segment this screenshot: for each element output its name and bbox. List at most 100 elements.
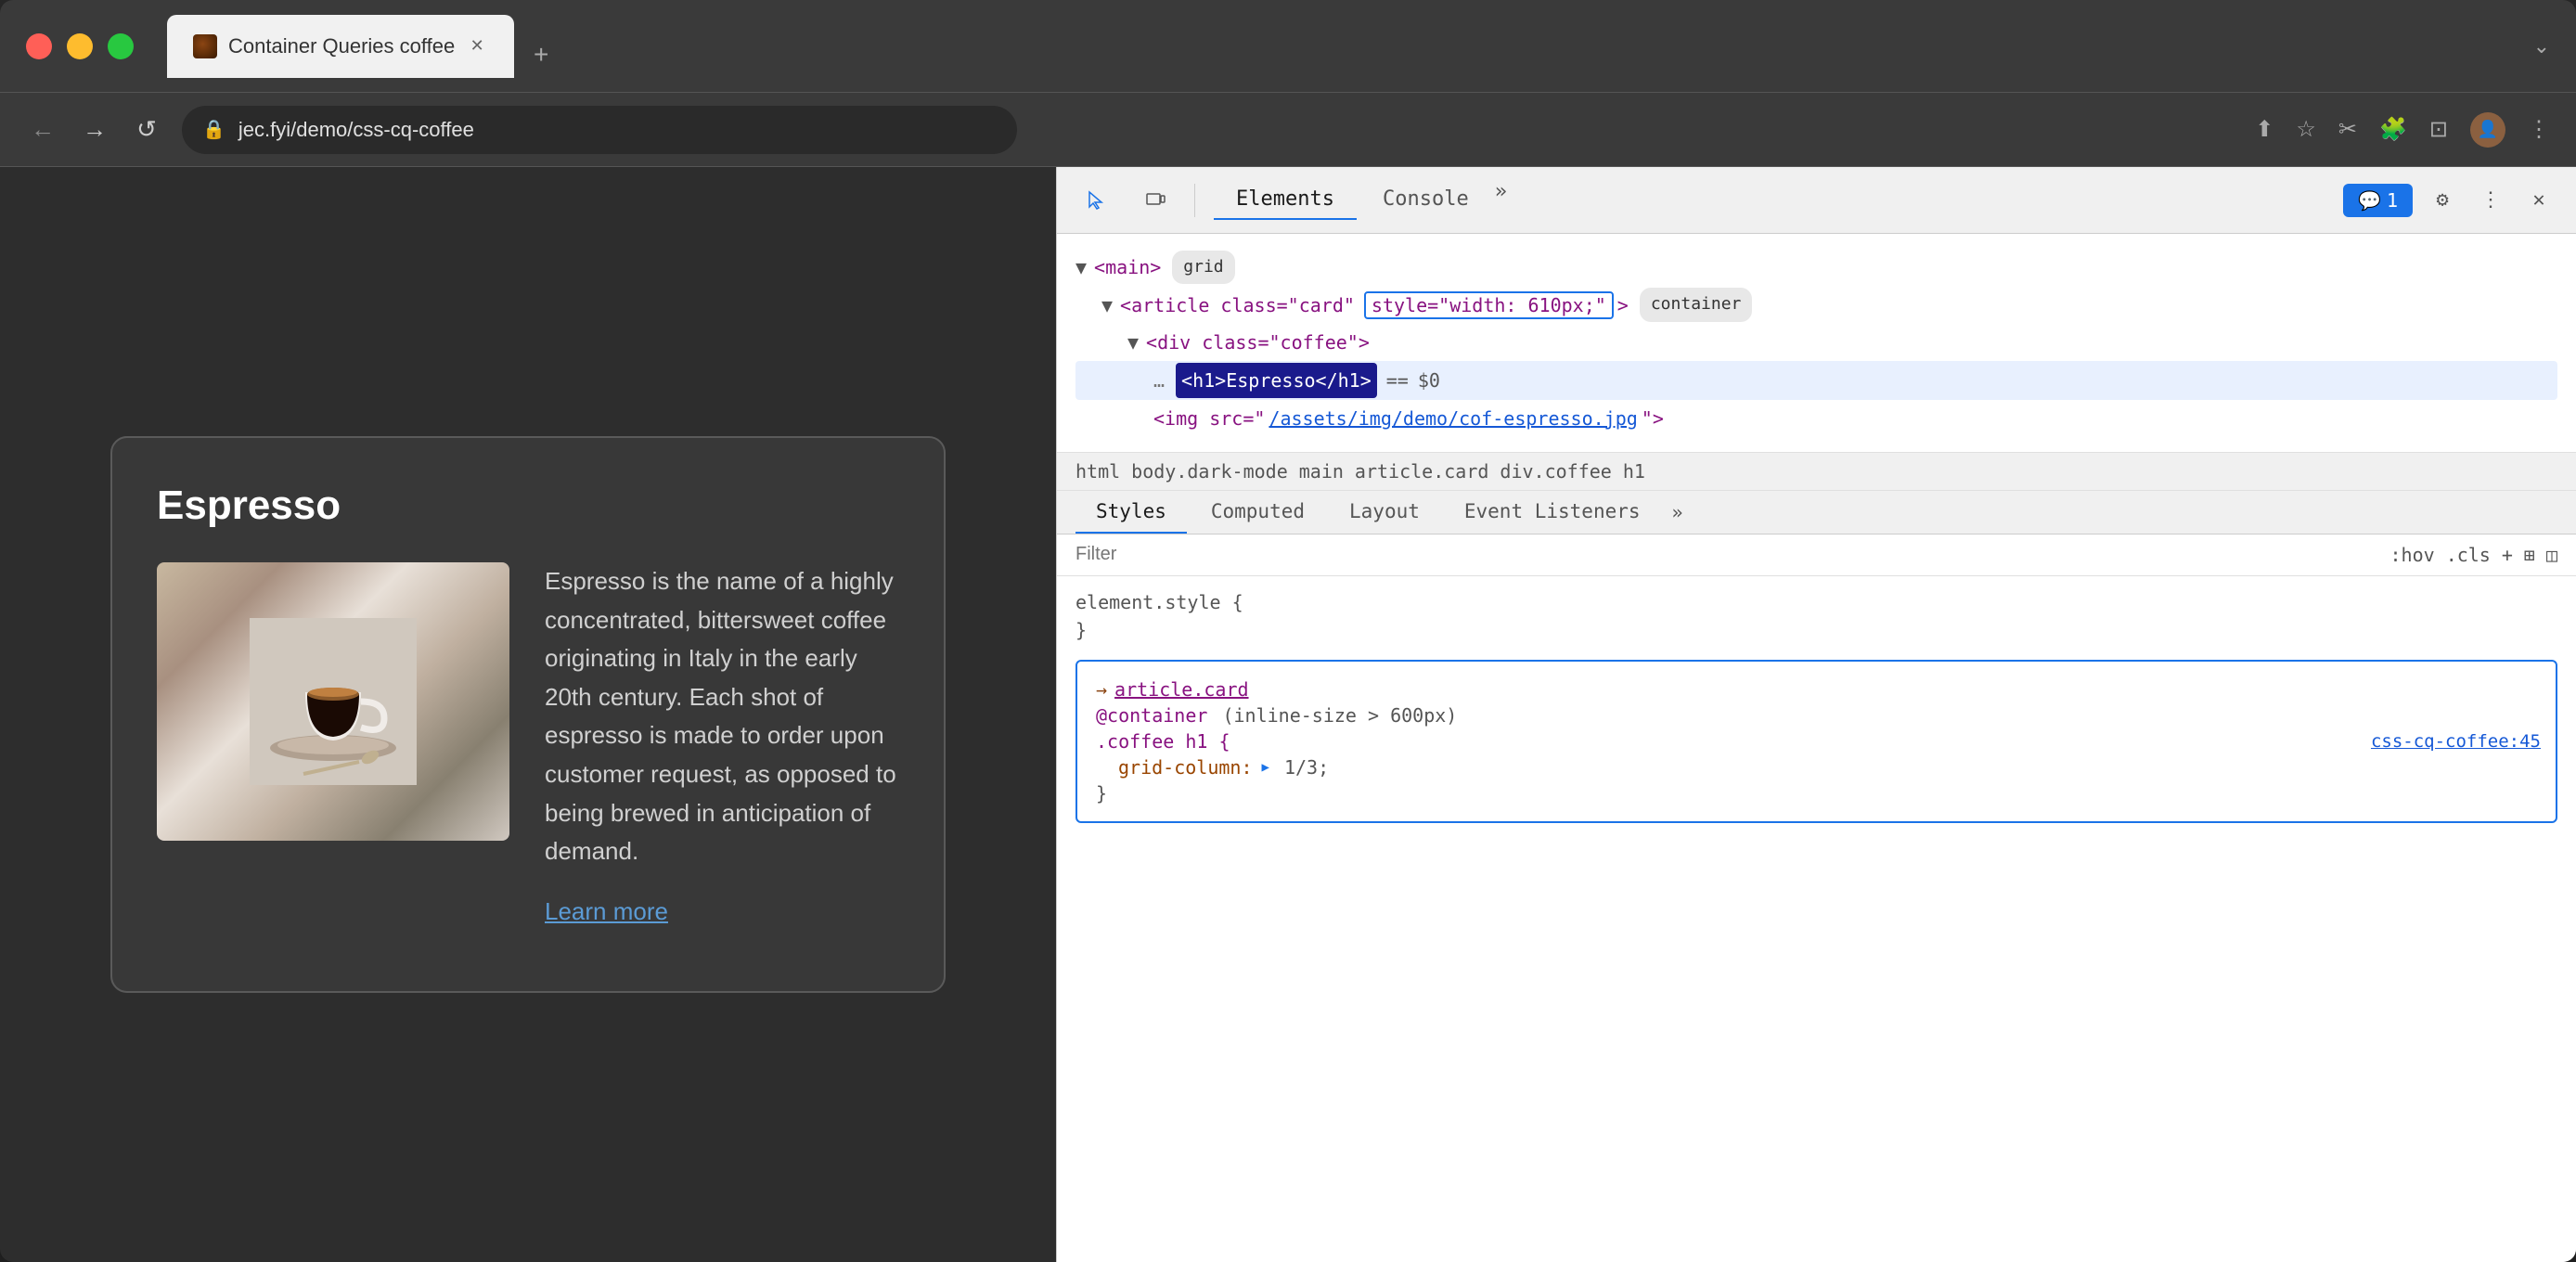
devtools-topbar: Elements Console » 💬 1 ⚙ ⋮ ✕ — [1057, 167, 2576, 234]
more-icon[interactable]: ⋮ — [2528, 116, 2550, 143]
back-button[interactable]: ← — [26, 115, 59, 144]
cq-condition: (inline-size > 600px) — [1211, 704, 1457, 727]
img-src-link[interactable]: /assets/img/demo/cof-espresso.jpg — [1269, 402, 1637, 435]
element-style-label: element.style { — [1075, 591, 2557, 613]
url-bar[interactable]: 🔒 jec.fyi/demo/css-cq-coffee — [182, 106, 1017, 154]
dollar-zero: $0 — [1418, 364, 1440, 397]
styles-more-icon[interactable]: » — [1672, 501, 1683, 523]
content-area: Espresso — [0, 167, 2576, 1262]
breadcrumb: html body.dark-mode main article.card di… — [1057, 453, 2576, 491]
filter-input[interactable] — [1075, 544, 2376, 565]
hov-button[interactable]: :hov — [2390, 544, 2435, 566]
copy-style-icon[interactable]: ⊞ — [2524, 544, 2535, 566]
bc-div-coffee[interactable]: div.coffee — [1500, 460, 1611, 483]
more-tabs-icon[interactable]: » — [1495, 180, 1507, 220]
cq-prop-value: 1/3; — [1273, 756, 1329, 779]
minimize-button[interactable] — [67, 33, 93, 59]
article-tag[interactable]: <article class="card" — [1120, 289, 1355, 322]
window-icon[interactable]: ⊡ — [2429, 116, 2448, 143]
settings-icon[interactable]: ⚙ — [2424, 182, 2461, 219]
maximize-button[interactable] — [108, 33, 134, 59]
new-tab-button[interactable]: + — [518, 32, 564, 78]
filter-bar: :hov .cls + ⊞ ◫ — [1057, 534, 2576, 576]
devtools-panel: Elements Console » 💬 1 ⚙ ⋮ ✕ — [1056, 167, 2576, 1262]
close-button[interactable] — [26, 33, 52, 59]
triangle-icon-2: ▼ — [1101, 289, 1113, 322]
console-tab[interactable]: Console — [1360, 180, 1491, 220]
reload-button[interactable]: ↺ — [130, 115, 163, 144]
layout-icon[interactable]: ◫ — [2546, 544, 2557, 566]
coffee-card: Espresso — [110, 436, 946, 993]
cq-selector-line: → article.card — [1096, 676, 2537, 702]
cq-close-brace: } — [1096, 782, 1107, 805]
cq-article-selector[interactable]: article.card — [1114, 678, 1249, 701]
styles-tab[interactable]: Styles — [1075, 491, 1187, 534]
extend-button[interactable]: ⌄ — [2533, 34, 2550, 58]
address-actions: ⬆ ☆ ✂ 🧩 ⊡ 👤 ⋮ — [2255, 112, 2550, 148]
bookmark-icon[interactable]: ☆ — [2296, 116, 2316, 143]
equals-sign: == — [1386, 364, 1409, 397]
toolbar-separator — [1194, 184, 1195, 217]
url-text: jec.fyi/demo/css-cq-coffee — [238, 118, 474, 142]
cq-source-link[interactable]: css-cq-coffee:45 — [2371, 731, 2541, 752]
container-pill: container — [1640, 288, 1753, 321]
dom-line-h1[interactable]: … <h1>Espresso</h1> == $0 — [1075, 361, 2557, 400]
forward-button[interactable]: → — [78, 115, 111, 144]
main-pill: grid — [1172, 251, 1234, 284]
cls-button[interactable]: .cls — [2446, 544, 2491, 566]
styles-sub-tabs: Styles Computed Layout Event Listeners » — [1057, 491, 2576, 534]
cq-at-line: @container (inline-size > 600px) — [1096, 702, 2537, 728]
bc-main[interactable]: main — [1299, 460, 1344, 483]
devtools-close-icon[interactable]: ✕ — [2520, 182, 2557, 219]
cut-icon[interactable]: ✂ — [2338, 116, 2357, 143]
dom-line-div: ▼ <div class="coffee"> — [1075, 324, 2557, 361]
notification-button[interactable]: 💬 1 — [2343, 184, 2413, 217]
card-description: Espresso is the name of a highly concent… — [545, 562, 899, 871]
main-tag[interactable]: <main> — [1094, 251, 1161, 284]
device-toolbar-icon[interactable] — [1135, 180, 1176, 221]
event-listeners-tab[interactable]: Event Listeners — [1444, 491, 1661, 534]
cq-prop-line: grid-column: ▶ 1/3; — [1096, 754, 2537, 780]
puzzle-icon[interactable]: 🧩 — [2379, 116, 2407, 143]
browser-window: Container Queries coffee ✕ + ⌄ ← → ↺ 🔒 j… — [0, 0, 2576, 1262]
element-picker-icon[interactable] — [1075, 180, 1116, 221]
triangle-icon: ▼ — [1075, 251, 1087, 284]
bc-article[interactable]: article.card — [1355, 460, 1489, 483]
address-bar: ← → ↺ 🔒 jec.fyi/demo/css-cq-coffee ⬆ ☆ ✂… — [0, 93, 2576, 167]
devtools-right-buttons: 💬 1 ⚙ ⋮ ✕ — [2343, 182, 2557, 219]
user-avatar[interactable]: 👤 — [2470, 112, 2505, 148]
style-attr[interactable]: style="width: 610px;" — [1364, 291, 1614, 319]
learn-more-link[interactable]: Learn more — [545, 897, 899, 926]
container-query-block: → article.card @container (inline-size >… — [1075, 660, 2557, 823]
computed-tab[interactable]: Computed — [1191, 491, 1325, 534]
tab-label: Container Queries coffee — [228, 34, 455, 58]
img-tag-close: "> — [1642, 402, 1664, 435]
dom-line-main: ▼ <main> grid — [1075, 249, 2557, 286]
cq-prop-triangle-icon: ▶ — [1262, 760, 1269, 775]
card-text-block: Espresso is the name of a highly concent… — [545, 562, 899, 926]
dom-line-article: ▼ <article class="card" style="width: 61… — [1075, 286, 2557, 323]
cq-prop-name: grid-column: — [1118, 756, 1253, 779]
h1-element[interactable]: <h1>Espresso</h1> — [1176, 363, 1377, 398]
div-tag[interactable]: <div class="coffee"> — [1146, 326, 1370, 359]
tab-close-button[interactable]: ✕ — [466, 35, 488, 58]
styles-panel: element.style { } → article.card @contai… — [1057, 576, 2576, 1262]
add-style-icon[interactable]: + — [2502, 544, 2513, 566]
traffic-lights — [26, 33, 134, 59]
share-icon[interactable]: ⬆ — [2255, 116, 2273, 143]
element-style-close: } — [1075, 619, 2557, 641]
bc-body[interactable]: body.dark-mode — [1131, 460, 1288, 483]
cq-sub-selector-line: .coffee h1 { — [1096, 728, 2537, 754]
cq-arrow-icon: → — [1096, 678, 1107, 701]
bc-h1[interactable]: h1 — [1623, 460, 1645, 483]
elements-tab[interactable]: Elements — [1214, 180, 1357, 220]
bc-html[interactable]: html — [1075, 460, 1120, 483]
dom-line-img: <img src=" /assets/img/demo/cof-espresso… — [1075, 400, 2557, 437]
kebab-icon[interactable]: ⋮ — [2472, 182, 2509, 219]
chat-icon: 💬 — [2358, 189, 2381, 212]
page-content: Espresso — [0, 167, 1056, 1262]
dom-tree: ▼ <main> grid ▼ <article class="card" st… — [1057, 234, 2576, 453]
active-tab[interactable]: Container Queries coffee ✕ — [167, 15, 514, 78]
layout-tab[interactable]: Layout — [1329, 491, 1440, 534]
notification-count: 1 — [2387, 189, 2398, 212]
